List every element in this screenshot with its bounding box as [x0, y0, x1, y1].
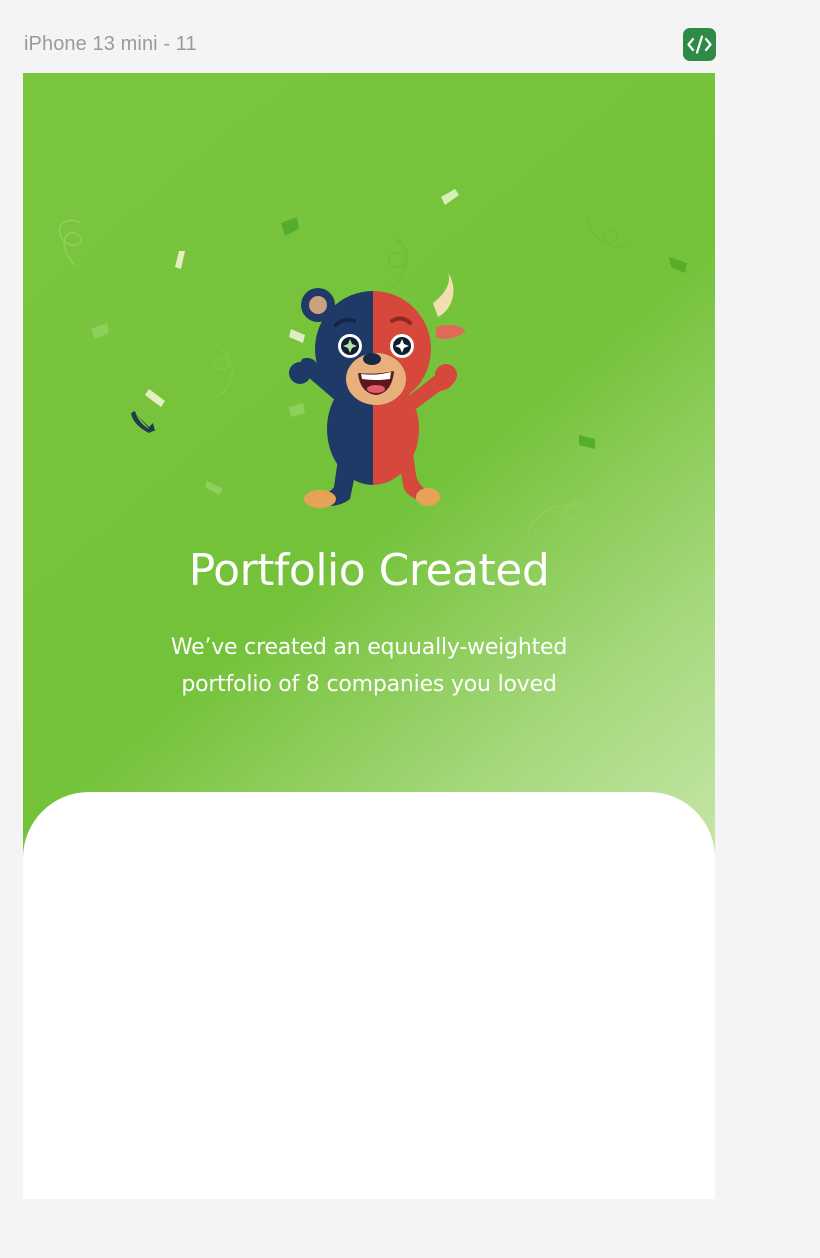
subtitle-line-2: portfolio of 8 companies you loved	[181, 672, 557, 697]
page-title: Portfolio Created	[188, 545, 550, 596]
code-view-button[interactable]	[683, 28, 716, 61]
page-subtitle: We’ve created an equually-weighted portf…	[119, 629, 619, 703]
frame-label: iPhone 13 mini - 11	[24, 33, 197, 55]
phone-screen: Portfolio Created We’ve created an equua…	[23, 73, 715, 1199]
bottom-sheet	[23, 792, 715, 1199]
subtitle-line-1: We’ve created an equually-weighted	[170, 635, 568, 660]
bear-bull-mascot-icon	[289, 273, 466, 508]
code-icon	[687, 35, 712, 54]
